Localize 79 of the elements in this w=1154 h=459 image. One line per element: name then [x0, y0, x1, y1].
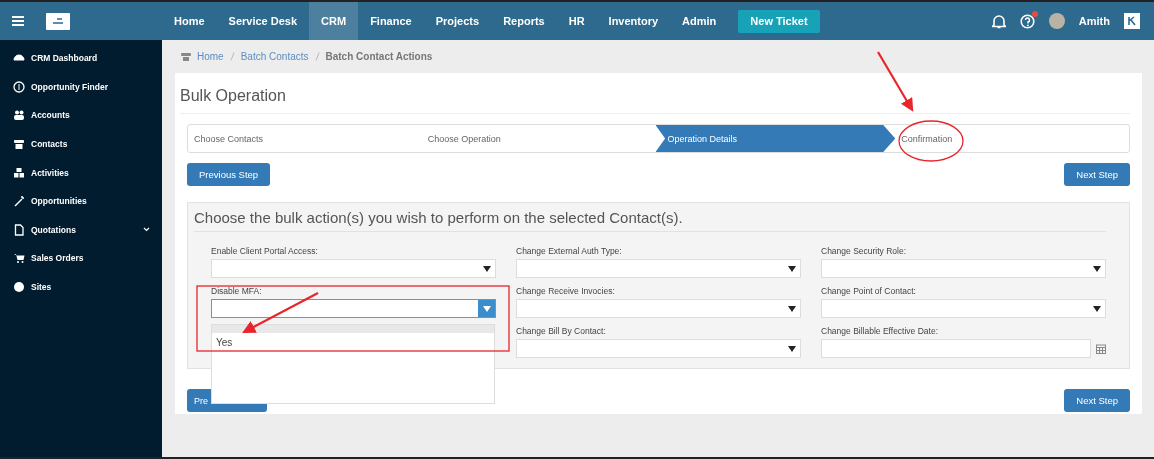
- nav-menu-item[interactable]: CRM: [309, 2, 359, 40]
- sidebar-item[interactable]: Quotations: [0, 215, 162, 245]
- wizard-step[interactable]: Choose Contacts: [188, 125, 422, 152]
- wand-icon: [13, 195, 25, 208]
- sidebar-item-label: Quotations: [31, 224, 77, 235]
- bell-icon[interactable]: [991, 13, 1006, 29]
- sidebar-item[interactable]: CRM Dashboard: [0, 44, 162, 73]
- sidebar-item[interactable]: Sites: [0, 272, 162, 302]
- nav-menu-item[interactable]: Projects: [423, 2, 492, 40]
- caret-down-icon: [787, 265, 796, 272]
- dropdown-option[interactable]: Yes: [212, 333, 494, 352]
- users-icon: [13, 109, 25, 122]
- wizard-step[interactable]: Operation Details: [655, 125, 896, 152]
- breadcrumb-link[interactable]: Batch Contacts: [240, 51, 309, 62]
- sidebar-item[interactable]: Opportunity Finder: [0, 72, 162, 102]
- menu-icon[interactable]: [12, 16, 24, 26]
- sidebar-item-label: CRM Dashboard: [31, 53, 99, 64]
- sidebar-item[interactable]: Contacts: [0, 129, 162, 159]
- help-icon[interactable]: [1019, 13, 1035, 29]
- phone-icon: [181, 52, 191, 61]
- sidebar-item[interactable]: Accounts: [0, 101, 162, 130]
- previous-step-button[interactable]: Previous Step: [187, 163, 271, 186]
- field-label: Change Bill By Contact:: [516, 326, 607, 336]
- date-input-field[interactable]: [821, 339, 1091, 358]
- caret-down-icon: [1092, 305, 1101, 312]
- breadcrumb-separator: [314, 52, 320, 61]
- sidebar-item-label: Accounts: [31, 110, 71, 121]
- avatar[interactable]: [1048, 13, 1065, 29]
- sidebar-item-label: Contacts: [31, 139, 69, 150]
- field-label: Change Billable Effective Date:: [821, 326, 940, 336]
- sidebar-item-label: Opportunities: [31, 196, 88, 207]
- page-title: Bulk Operation: [180, 73, 1130, 114]
- logo[interactable]: [46, 12, 70, 30]
- sidebar-item[interactable]: Opportunities: [0, 186, 162, 216]
- field-label: Change Receive Invocies:: [516, 286, 616, 296]
- caret-down-icon: [482, 265, 491, 272]
- dropdown-field[interactable]: [211, 299, 496, 318]
- wizard-step[interactable]: Choose Operation: [421, 125, 656, 152]
- nav-menu-item[interactable]: Admin: [670, 2, 729, 40]
- caret-down-icon: [1092, 265, 1101, 272]
- field-label: Change Security Role:: [821, 246, 908, 256]
- cart-icon: [13, 252, 25, 265]
- annotation-arrow: [877, 51, 914, 112]
- nav-menu-item[interactable]: Reports: [491, 2, 557, 40]
- app-logo-icon[interactable]: [1124, 13, 1140, 29]
- sidebar-item-label: Sales Orders: [31, 253, 85, 264]
- nav-menu-item[interactable]: Home: [162, 2, 217, 40]
- wizard-step[interactable]: Confirmation: [895, 125, 1129, 152]
- sidebar-item-label: Activities: [31, 167, 70, 178]
- cubes-icon: [13, 166, 25, 179]
- field-label: Change Point of Contact:: [821, 286, 917, 296]
- phone-icon: [13, 138, 25, 151]
- new-ticket-button[interactable]: New Ticket: [738, 9, 820, 33]
- chevron-down-icon: [143, 227, 150, 233]
- sidebar-item-label: Sites: [31, 282, 53, 293]
- sidebar-item[interactable]: Activities: [0, 158, 162, 187]
- nav-menu-item[interactable]: HR: [556, 2, 597, 40]
- caret-down-icon: [787, 305, 796, 312]
- nav-menu-item[interactable]: Inventory: [596, 2, 671, 40]
- calendar-icon[interactable]: [1096, 343, 1106, 354]
- next-step-button[interactable]: Next Step: [1064, 389, 1130, 412]
- section-heading: Choose the bulk action(s) you wish to perform on the selected Contact(s).: [194, 209, 1106, 232]
- document-icon: [13, 223, 25, 236]
- annotation-circle: [898, 120, 964, 162]
- next-step-button[interactable]: Next Step: [1064, 163, 1130, 186]
- caret-down-icon: [482, 305, 491, 312]
- sidebar-item-label: Opportunity Finder: [31, 81, 109, 92]
- caret-down-icon: [787, 345, 796, 352]
- field-label: Change External Auth Type:: [516, 246, 623, 256]
- user-name[interactable]: Amith: [1078, 15, 1110, 27]
- field-label: Disable MFA:: [211, 286, 263, 296]
- sidebar-item[interactable]: Sales Orders: [0, 244, 162, 273]
- breadcrumb-separator: [229, 52, 235, 61]
- nav-menu-item[interactable]: Service Desk: [216, 2, 310, 40]
- current-page-text: Batch Contact Actions: [325, 51, 433, 62]
- breadcrumb-link[interactable]: Home: [197, 51, 224, 62]
- field-label: Enable Client Portal Access:: [211, 246, 319, 256]
- dropdown-empty-option[interactable]: [212, 325, 494, 333]
- nav-menu-item[interactable]: Finance: [358, 2, 424, 40]
